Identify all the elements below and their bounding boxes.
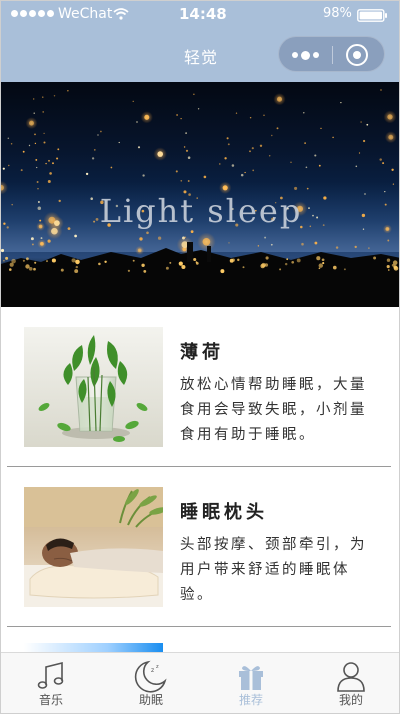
tab-recommend[interactable]: 推荐 [201, 653, 301, 713]
list-item[interactable]: 睡眠枕头 头部按摩、颈部牵引，为用户带来舒适的睡眠体验。 [7, 467, 391, 627]
tab-music[interactable]: 音乐 [1, 653, 101, 713]
moon-icon: z z [134, 660, 167, 693]
gift-icon [239, 666, 263, 690]
banner-title: Light sleep [99, 192, 303, 230]
hero-banner[interactable]: Light sleep [1, 82, 399, 307]
user-icon [337, 662, 365, 692]
clock: 14:48 [179, 5, 227, 23]
wifi-icon [113, 8, 129, 20]
signal-icon [11, 10, 54, 17]
mini-program-capsule [278, 36, 385, 72]
mint-thumbnail [24, 327, 163, 447]
item-title: 睡眠枕头 [180, 502, 268, 523]
tab-bar: 音乐 z z 助眠 推荐 我的 [1, 652, 399, 713]
capsule-divider [332, 46, 333, 64]
svg-text:z: z [156, 664, 159, 670]
app-frame: WeChat 14:48 98% 轻觉 Light sleep 薄荷 放松心情帮… [0, 0, 400, 714]
tab-label: 我的 [338, 693, 363, 707]
close-mini-program-icon[interactable] [346, 44, 368, 66]
header: WeChat 14:48 98% 轻觉 [1, 1, 399, 82]
tab-profile[interactable]: 我的 [301, 653, 399, 713]
tab-label: 音乐 [38, 693, 63, 707]
list-item[interactable]: 薄荷 放松心情帮助睡眠，大量食用会导致失眠，小剂量食用有助于睡眠。 [7, 307, 391, 467]
item-description: 放松心情帮助睡眠，大量食用会导致失眠，小剂量食用有助于睡眠。 [180, 377, 367, 443]
tab-sleep-aid[interactable]: z z 助眠 [101, 653, 201, 713]
music-note-icon [37, 661, 64, 689]
status-bar: WeChat 14:48 98% [1, 1, 399, 29]
sleep-pillow-thumbnail [24, 487, 163, 607]
battery-percentage: 98% [323, 6, 352, 21]
svg-text:z: z [151, 667, 154, 674]
tab-label: 助眠 [138, 693, 163, 707]
more-options-icon[interactable] [292, 47, 322, 63]
battery-icon [357, 9, 387, 22]
tab-label: 推荐 [238, 693, 263, 707]
carrier-label: WeChat [58, 6, 113, 22]
item-description: 头部按摩、颈部牵引，为用户带来舒适的睡眠体验。 [180, 537, 367, 603]
item-title: 薄荷 [180, 342, 224, 363]
